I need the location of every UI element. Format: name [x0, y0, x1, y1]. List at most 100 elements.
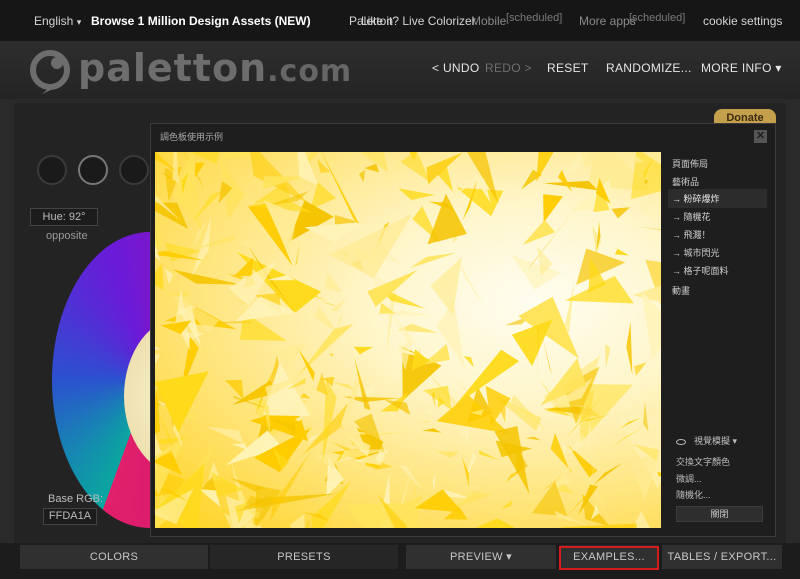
scheme-label: opposite: [46, 230, 88, 242]
menu-item-splash[interactable]: → 飛濺！: [672, 228, 711, 241]
shard: [527, 211, 574, 269]
shard: [164, 291, 189, 297]
tab-presets[interactable]: PRESETS: [210, 545, 398, 569]
shard: [525, 436, 541, 441]
shard: [231, 443, 248, 450]
language-selector[interactable]: English ▾: [34, 14, 81, 28]
shard: [634, 362, 647, 377]
cookie-settings-link[interactable]: cookie settings: [703, 14, 782, 28]
shard: [155, 152, 177, 172]
shard: [297, 152, 319, 185]
shatter-artwork: [155, 152, 661, 528]
shard: [395, 380, 400, 401]
more-info-menu[interactable]: MORE INFO ▾: [701, 61, 782, 75]
shard: [479, 450, 499, 461]
shard: [320, 301, 339, 307]
shard: [436, 451, 459, 458]
undo-button[interactable]: < UNDO: [432, 61, 479, 75]
shard: [409, 252, 458, 269]
menu-item-animation[interactable]: 動畫: [672, 284, 690, 297]
shard: [399, 465, 422, 489]
shard: [416, 420, 432, 423]
tab-tables-export[interactable]: TABLES / EXPORT...: [662, 545, 782, 569]
mobile-link[interactable]: Mobile: [471, 14, 506, 28]
shard: [543, 194, 563, 223]
live-colorizer-link[interactable]: Like it? Live Colorizer: [361, 14, 476, 28]
menu-item-page-layout[interactable]: 頁面佈局: [672, 157, 708, 170]
shard: [660, 387, 661, 388]
promo-link[interactable]: Browse 1 Million Design Assets (NEW): [91, 14, 311, 28]
menu-item-tartan[interactable]: → 格子呢面料: [672, 264, 729, 277]
shard: [541, 334, 553, 376]
swap-text-color-link[interactable]: 交換文字顏色: [676, 455, 730, 468]
shard: [364, 163, 380, 173]
menu-item-city-lights[interactable]: → 城市閃光: [672, 246, 720, 259]
shard: [461, 486, 480, 490]
tab-colors[interactable]: COLORS: [20, 545, 208, 569]
shard: [295, 241, 300, 266]
shard: [593, 462, 624, 485]
top-bar: English ▾ Browse 1 Million Design Assets…: [0, 0, 800, 41]
more-apps-link[interactable]: More apps: [579, 14, 636, 28]
shard: [289, 513, 305, 528]
tab-preview[interactable]: PREVIEW ▾: [406, 545, 556, 569]
shard: [155, 346, 161, 350]
fine-tune-link[interactable]: 微調...: [676, 472, 702, 485]
shard: [556, 469, 572, 486]
shard: [626, 321, 633, 376]
shard: [659, 410, 661, 413]
shard: [550, 432, 569, 469]
shard: [453, 183, 458, 199]
paletton-logo[interactable]: paletton.com: [30, 46, 353, 94]
reset-button[interactable]: RESET: [547, 61, 589, 75]
vision-simulation-label: 視覺模擬 ▾: [694, 436, 738, 446]
logo-suffix-text: .com: [267, 54, 353, 89]
close-button[interactable]: 關閉: [676, 506, 763, 522]
shard: [155, 354, 160, 366]
randomize-button[interactable]: RANDOMIZE...: [606, 61, 692, 75]
randomize-link[interactable]: 隨機化...: [676, 488, 711, 501]
base-rgb-label: Base RGB:: [48, 493, 104, 505]
mobile-status: [scheduled]: [506, 12, 563, 24]
modal-title: 調色板使用示例: [160, 132, 224, 142]
shard: [207, 175, 213, 187]
shard: [475, 518, 516, 528]
redo-button[interactable]: REDO >: [485, 61, 532, 75]
shard: [536, 152, 554, 182]
shard: [174, 452, 203, 463]
shard: [605, 227, 657, 249]
shard: [392, 152, 404, 175]
shard: [296, 324, 354, 377]
shard: [157, 436, 191, 446]
shard: [423, 385, 452, 411]
base-rgb-input[interactable]: FFDA1A: [43, 508, 97, 525]
menu-item-artwork[interactable]: 藝術品: [672, 175, 699, 188]
shard: [332, 382, 354, 391]
shard: [194, 162, 205, 178]
shard: [172, 269, 242, 285]
shard: [358, 170, 365, 183]
shard: [414, 489, 464, 513]
shard: [430, 257, 462, 316]
shard: [324, 272, 343, 293]
shard: [206, 426, 244, 444]
shard: [458, 246, 460, 247]
shard: [611, 207, 631, 219]
shard: [427, 193, 467, 245]
adjacent-scheme-dial[interactable]: [78, 155, 108, 185]
vision-simulation-menu[interactable]: 視覺模擬 ▾: [676, 434, 737, 447]
triad-scheme-dial[interactable]: [119, 155, 149, 185]
mono-scheme-dial[interactable]: [37, 155, 67, 185]
close-icon[interactable]: ✕: [754, 130, 767, 143]
menu-item-shatter[interactable]: → 粉碎爆炸: [668, 189, 767, 208]
eye-icon: [676, 438, 686, 445]
shard: [238, 240, 262, 251]
shard: [300, 393, 311, 399]
menu-item-random-flowers[interactable]: → 隨機花: [672, 210, 711, 223]
shard: [494, 426, 530, 494]
shard: [500, 499, 513, 509]
more-apps-status: [scheduled]: [629, 12, 686, 24]
shard: [400, 152, 431, 183]
shard: [432, 473, 436, 492]
hue-field[interactable]: Hue: 92°: [30, 208, 98, 226]
